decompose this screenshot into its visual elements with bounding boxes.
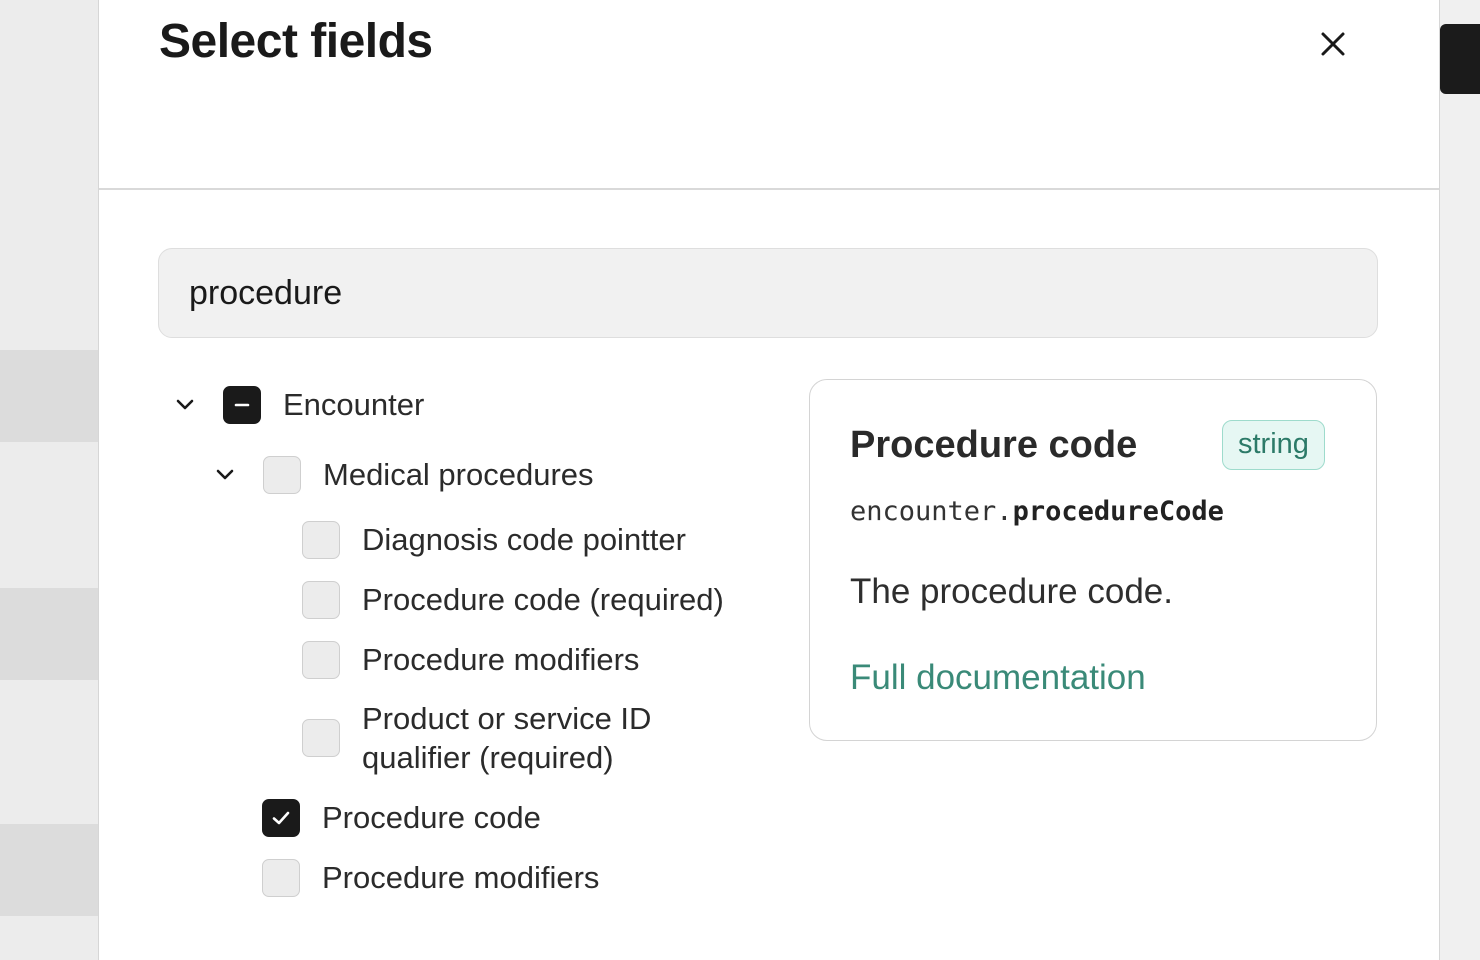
tree-label: Procedure modifiers bbox=[322, 860, 600, 895]
tree-row-product-service-id: Product or service ID qualifier (require… bbox=[302, 699, 651, 777]
type-badge: string bbox=[1222, 420, 1325, 470]
field-description: The procedure code. bbox=[850, 572, 1173, 611]
checkbox-procedure-code[interactable] bbox=[262, 798, 300, 837]
background-row bbox=[0, 350, 98, 442]
checkmark-icon bbox=[272, 811, 290, 824]
modal-title: Select fields bbox=[159, 15, 433, 68]
tree-row-encounter: Encounter bbox=[173, 385, 424, 424]
tree-label: Product or service ID qualifier (require… bbox=[362, 699, 651, 777]
tree-label-line: qualifier (required) bbox=[362, 740, 614, 775]
chevron-down-icon[interactable] bbox=[173, 393, 197, 417]
tree-label-line: Product or service ID bbox=[362, 701, 652, 736]
tree-label: Medical procedures bbox=[323, 457, 594, 492]
checkbox-procedure-code-required[interactable] bbox=[302, 580, 340, 619]
tree-row-procedure-code-required: Procedure code (required) bbox=[302, 580, 724, 619]
close-icon[interactable] bbox=[1313, 24, 1353, 64]
checkbox-medical-procedures[interactable] bbox=[263, 455, 301, 494]
background-button bbox=[1440, 24, 1480, 94]
full-documentation-link[interactable]: Full documentation bbox=[850, 658, 1146, 698]
select-fields-modal: Select fields Encounter Medical procedur… bbox=[98, 0, 1440, 960]
checkbox-encounter[interactable] bbox=[223, 385, 261, 424]
tree-label: Procedure code (required) bbox=[362, 582, 724, 617]
tree-label: Procedure modifiers bbox=[362, 642, 640, 677]
field-path-prefix: encounter. bbox=[850, 496, 1013, 527]
modal-header: Select fields bbox=[99, 0, 1439, 190]
field-path-name: procedureCode bbox=[1012, 496, 1224, 527]
field-title: Procedure code bbox=[850, 424, 1138, 466]
tree-label: Encounter bbox=[283, 387, 425, 422]
search-input[interactable] bbox=[158, 248, 1378, 338]
checkbox-procedure-modifiers[interactable] bbox=[302, 640, 340, 679]
tree-row-procedure-modifiers: Procedure modifiers bbox=[302, 640, 639, 679]
chevron-down-icon[interactable] bbox=[213, 463, 237, 487]
field-path: encounter.procedureCode bbox=[850, 496, 1224, 527]
field-detail-card: Procedure code string encounter.procedur… bbox=[809, 379, 1377, 741]
tree-label: Diagnosis code pointter bbox=[362, 522, 686, 557]
checkbox-product-service-id[interactable] bbox=[302, 719, 340, 757]
tree-label: Procedure code bbox=[322, 800, 541, 835]
background-row bbox=[0, 588, 98, 680]
tree-row-diagnosis-code-pointer: Diagnosis code pointter bbox=[302, 520, 686, 559]
tree-row-procedure-code: Procedure code bbox=[262, 798, 541, 837]
background-row bbox=[0, 824, 98, 916]
minus-icon bbox=[234, 403, 250, 406]
checkbox-procedure-modifiers-top[interactable] bbox=[262, 858, 300, 897]
background-panel bbox=[1438, 0, 1480, 960]
checkbox-diagnosis-code-pointer[interactable] bbox=[302, 520, 340, 559]
tree-row-medical-procedures: Medical procedures bbox=[213, 455, 594, 494]
tree-row-procedure-modifiers-top: Procedure modifiers bbox=[262, 858, 599, 897]
